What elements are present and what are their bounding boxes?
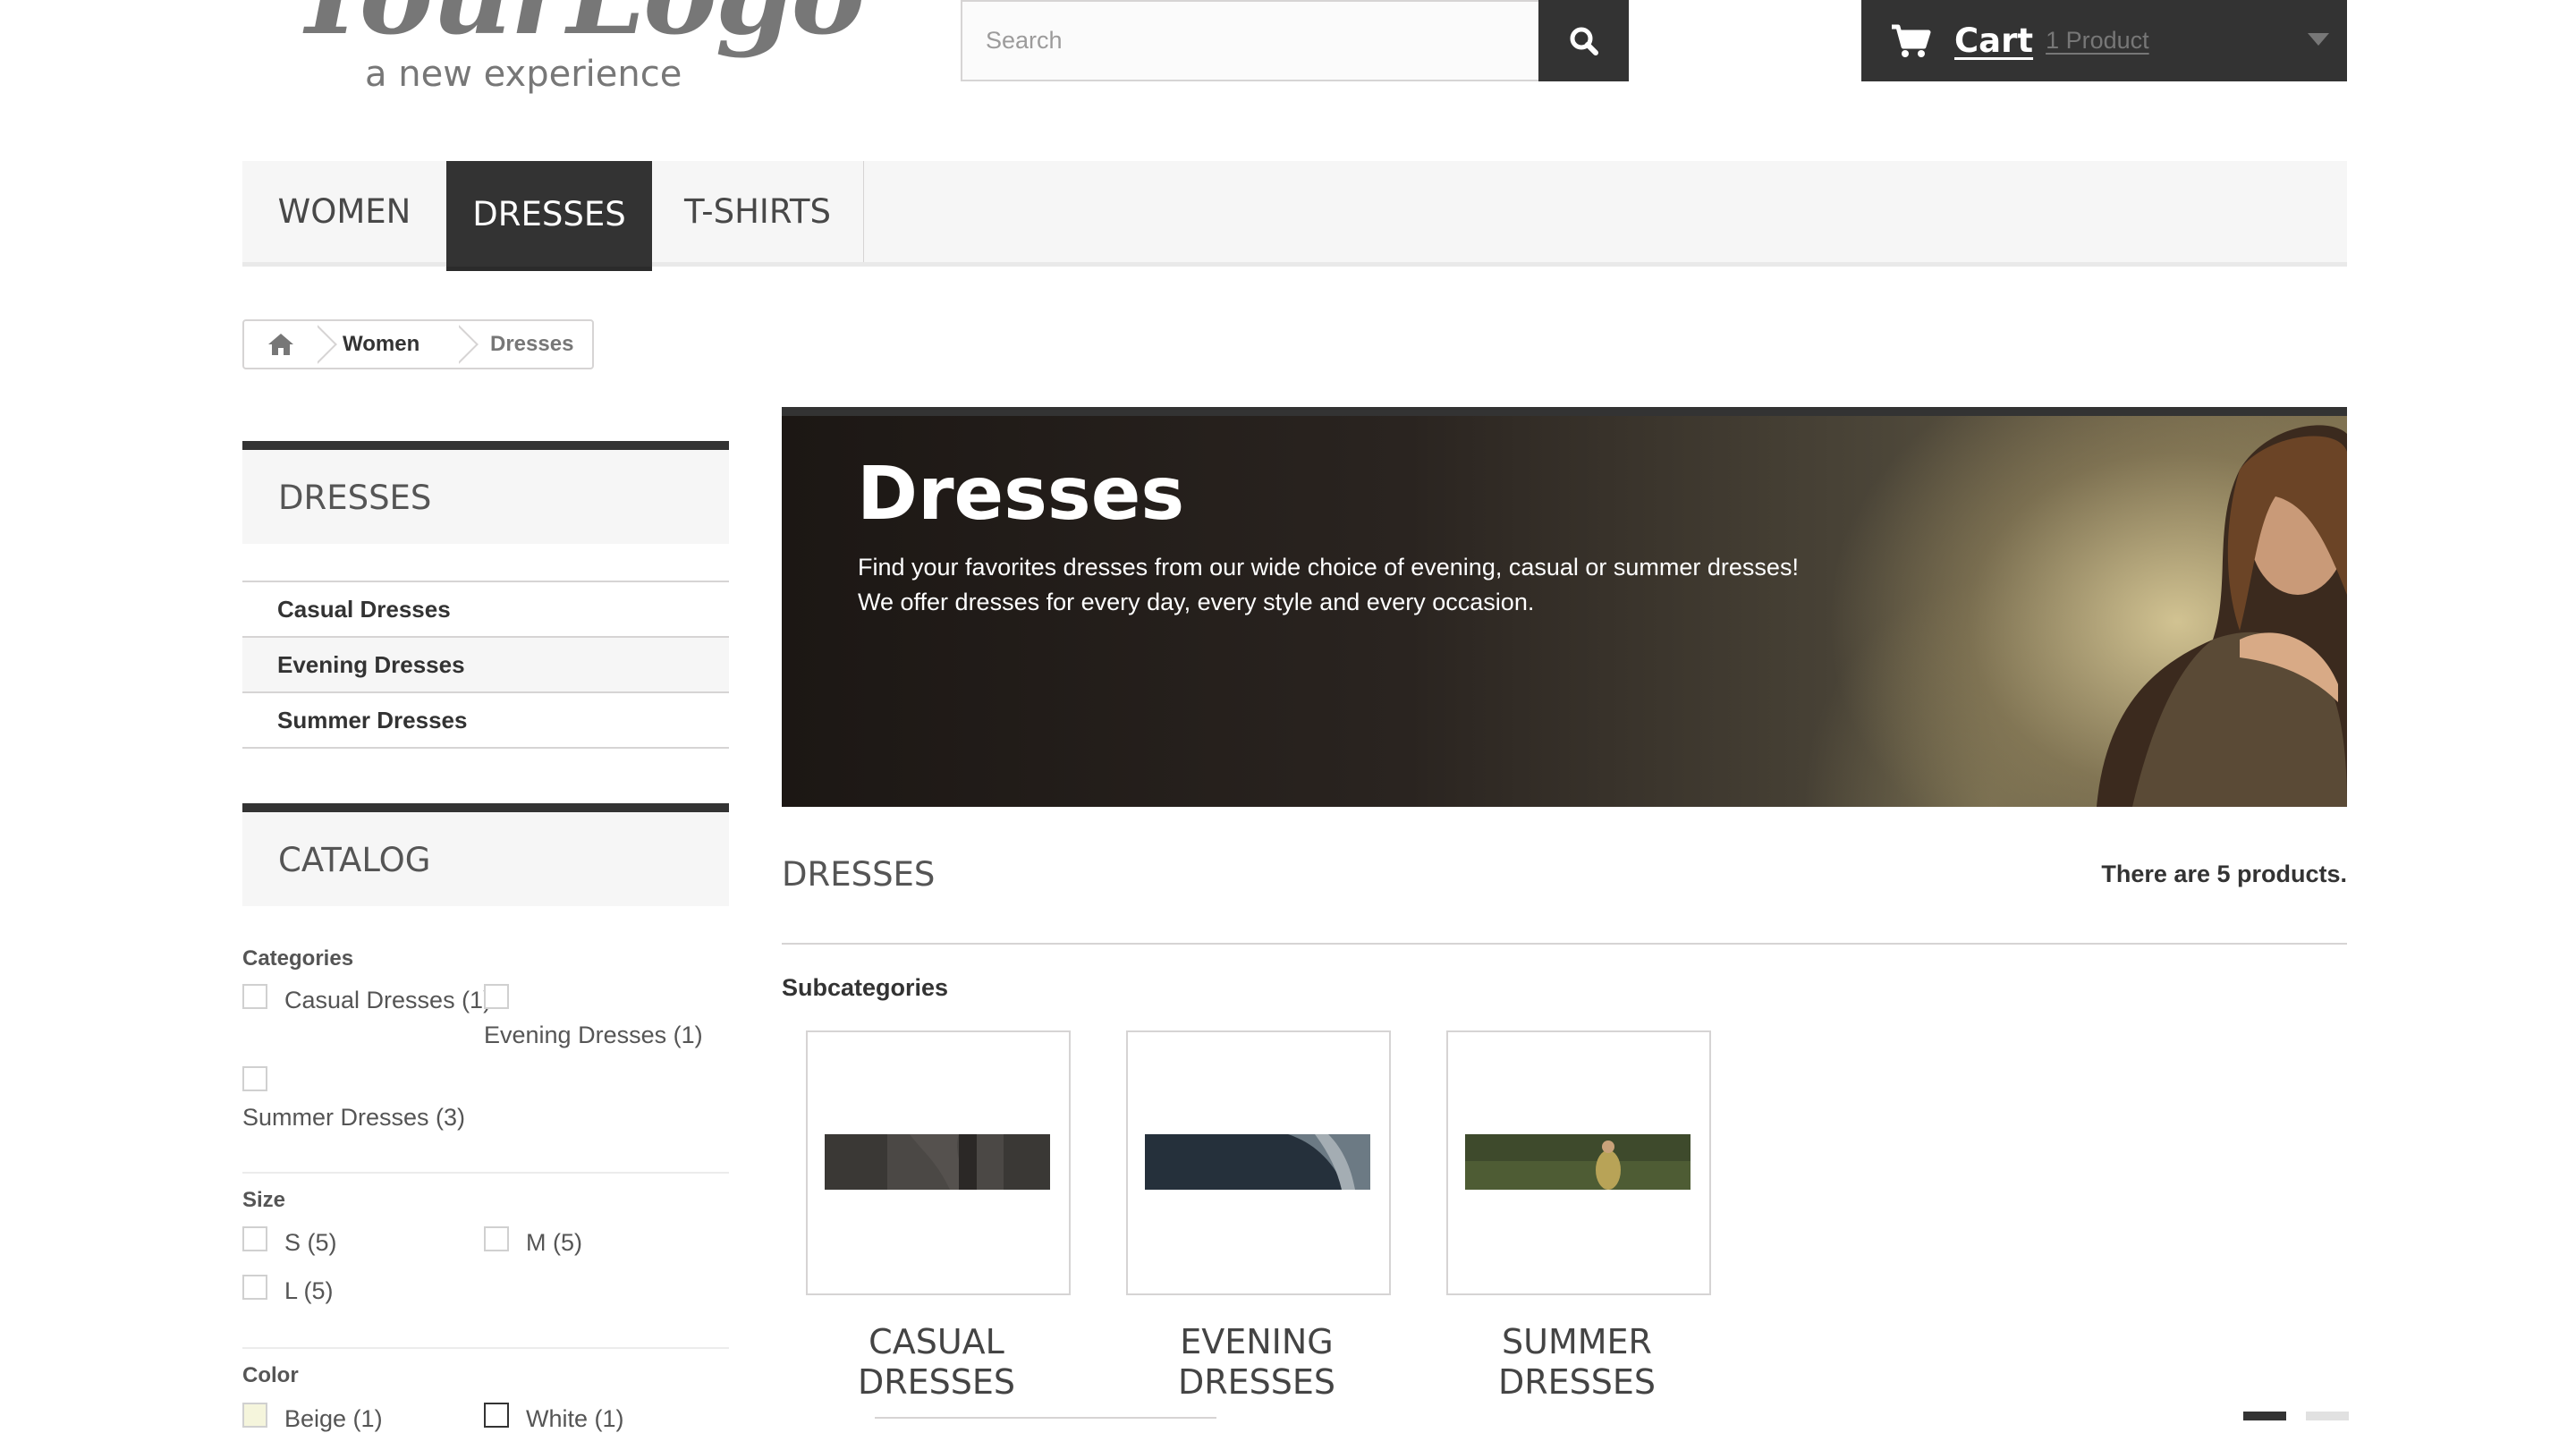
subcategory-name-line: SUMMER <box>1502 1322 1652 1361</box>
filter-label-evening[interactable]: Evening Dresses (1) <box>484 1022 703 1049</box>
subcategory-name-summer[interactable]: SUMMER DRESSES <box>1446 1322 1707 1403</box>
subcategory-image-evening <box>1145 1134 1370 1190</box>
cart-button[interactable]: Cart 1 Product <box>1861 0 2347 81</box>
cart-icon <box>1892 24 1931 57</box>
subcategory-card-summer[interactable] <box>1446 1030 1711 1295</box>
chevron-down-icon[interactable] <box>2308 33 2329 46</box>
sidebar-item-casual-dresses[interactable]: Casual Dresses <box>242 582 729 638</box>
subcategory-list: Casual Dresses Evening Dresses Summer Dr… <box>242 581 729 749</box>
site-logo[interactable]: YourLogo a new experience <box>286 0 865 107</box>
banner-description-line: We offer dresses for every day, every st… <box>858 589 1535 615</box>
filter-divider <box>242 1172 729 1174</box>
subcategory-name-line: DRESSES <box>1497 1362 1657 1402</box>
cart-label: Cart <box>1954 21 2034 60</box>
category-block-title: DRESSES <box>242 441 729 544</box>
search-input[interactable] <box>961 0 1538 81</box>
sidebar-item-summer-dresses[interactable]: Summer Dresses <box>242 693 729 749</box>
menu-item-dresses[interactable]: DRESSES <box>446 161 652 271</box>
filter-title-size: Size <box>242 1188 286 1212</box>
subcategory-name-line: DRESSES <box>1177 1362 1336 1402</box>
subcategory-name-line: DRESSES <box>857 1362 1016 1402</box>
banner-description-line: Find your favorites dresses from our wid… <box>858 554 1799 581</box>
filter-checkbox-size-s[interactable] <box>242 1226 267 1251</box>
model-photo <box>2097 425 2347 807</box>
menu-item-tshirts[interactable]: T-SHIRTS <box>652 161 864 262</box>
filter-title-color: Color <box>242 1363 299 1387</box>
subcategory-card-evening[interactable] <box>1126 1030 1391 1295</box>
banner-title: Dresses <box>857 452 1185 537</box>
filter-divider <box>242 1347 729 1349</box>
subcategory-name-line: EVENING <box>1180 1322 1334 1361</box>
filter-checkbox-size-l[interactable] <box>242 1275 267 1300</box>
menu-item-women[interactable]: WOMEN <box>242 161 446 262</box>
product-count: There are 5 products. <box>2101 861 2347 887</box>
subcategory-divider <box>875 1417 1216 1419</box>
subcategory-image-summer <box>1465 1134 1690 1190</box>
breadcrumb: Women Dresses <box>242 319 594 369</box>
color-swatch-white[interactable] <box>484 1403 509 1428</box>
filter-checkbox-size-m[interactable] <box>484 1226 509 1251</box>
filter-label-size-m[interactable]: M (5) <box>526 1229 582 1257</box>
breadcrumb-current: Dresses <box>490 332 574 356</box>
filter-label-summer[interactable]: Summer Dresses (3) <box>242 1104 465 1132</box>
filter-checkbox-evening[interactable] <box>484 984 509 1009</box>
filter-title-categories: Categories <box>242 946 354 971</box>
subcategories-title: Subcategories <box>782 974 949 1001</box>
subcategory-card-casual[interactable] <box>806 1030 1071 1295</box>
filter-label-casual[interactable]: Casual Dresses (1) <box>284 987 491 1014</box>
subcategory-name-line: CASUAL <box>869 1322 1004 1361</box>
banner-description: Find your favorites dresses from our wid… <box>858 550 1931 620</box>
filter-checkbox-casual[interactable] <box>242 984 267 1009</box>
home-icon <box>268 334 293 355</box>
subcategory-name-evening[interactable]: EVENING DRESSES <box>1126 1322 1387 1403</box>
category-banner: Dresses Find your favorites dresses from… <box>782 407 2347 807</box>
catalog-block-title: CATALOG <box>242 803 729 906</box>
logo-script-text: YourLogo <box>292 0 865 60</box>
subcategory-name-casual[interactable]: CASUAL DRESSES <box>806 1322 1067 1403</box>
breadcrumb-separator <box>459 321 484 368</box>
heading-divider <box>782 943 2347 945</box>
search-icon <box>1570 27 1598 55</box>
filter-label-size-s[interactable]: S (5) <box>284 1229 337 1257</box>
breadcrumb-separator <box>318 321 343 368</box>
logo-tagline: a new experience <box>365 54 682 95</box>
breadcrumb-home[interactable] <box>244 321 318 368</box>
subcategory-image-casual <box>825 1134 1050 1190</box>
breadcrumb-women[interactable]: Women <box>343 321 419 368</box>
filter-label-color-beige[interactable]: Beige (1) <box>284 1405 383 1433</box>
filter-label-color-white[interactable]: White (1) <box>526 1405 624 1433</box>
sidebar-item-evening-dresses[interactable]: Evening Dresses <box>242 638 729 693</box>
filter-checkbox-summer[interactable] <box>242 1066 267 1091</box>
color-swatch-beige[interactable] <box>242 1403 267 1428</box>
cart-quantity[interactable]: 1 Product <box>2046 27 2149 55</box>
page-title: DRESSES <box>782 855 936 894</box>
filter-label-size-l[interactable]: L (5) <box>284 1277 334 1305</box>
main-menu: WOMEN DRESSES T-SHIRTS <box>242 161 2347 271</box>
search-button[interactable] <box>1538 0 1629 81</box>
